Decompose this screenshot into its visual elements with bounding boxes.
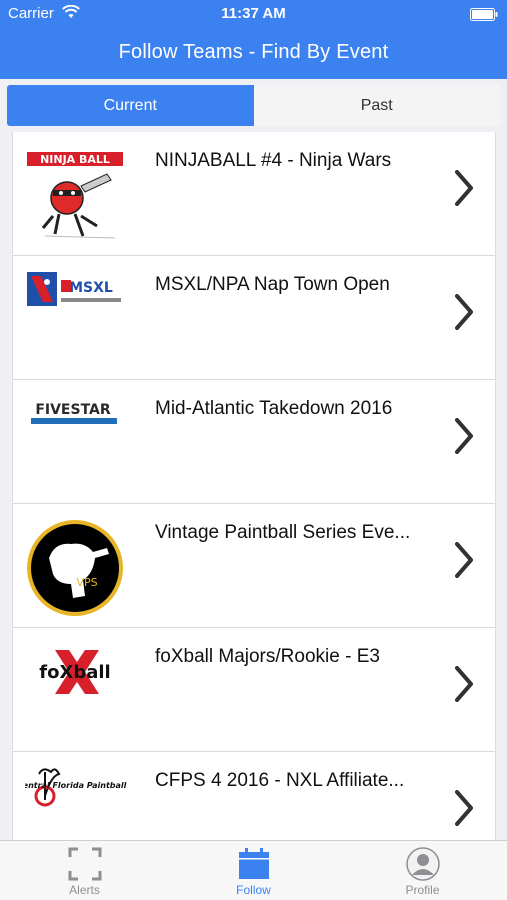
status-time: 11:37 AM [221, 5, 286, 22]
svg-text:FIVESTAR: FIVESTAR [35, 402, 111, 418]
event-row[interactable]: FIVESTAR Mid-Atlantic Takedown 2016 [13, 380, 495, 504]
event-title: NINJABALL #4 - Ninja Wars [155, 150, 392, 171]
event-title: CFPS 4 2016 - NXL Affiliate... [155, 770, 405, 791]
calendar-icon [238, 848, 269, 879]
ninjaball-logo: NINJA BALL [27, 152, 123, 239]
event-list: NINJA BALL NINJABALL #4 - Ninja Wars MSX… [12, 132, 496, 840]
chevron-right-icon[interactable] [451, 540, 477, 580]
segment-current[interactable]: Current [7, 85, 254, 126]
msxl-logo: MSXL [27, 272, 121, 306]
person-icon [405, 847, 440, 881]
chevron-right-icon[interactable] [451, 292, 477, 332]
svg-text:MSXL: MSXL [69, 280, 113, 296]
event-title: foXball Majors/Rookie - E3 [155, 646, 380, 667]
vps-logo: VPS [27, 520, 123, 616]
tab-follow-label: Follow [236, 883, 271, 897]
svg-text:VPS: VPS [76, 576, 97, 589]
event-title: MSXL/NPA Nap Town Open [155, 274, 390, 295]
event-title: Vintage Paintball Series Eve... [155, 522, 411, 543]
scan-frame-icon [68, 847, 101, 881]
tab-profile[interactable]: Profile [338, 841, 507, 900]
cfps-logo: Central Florida Paintball Series [25, 768, 127, 807]
event-row[interactable]: NINJA BALL NINJABALL #4 - Ninja Wars [13, 132, 495, 256]
segment-past[interactable]: Past [254, 85, 501, 126]
svg-text:NINJA BALL: NINJA BALL [40, 153, 110, 166]
foxball-logo: foXball [39, 650, 111, 694]
chevron-right-icon[interactable] [451, 788, 477, 828]
tab-follow[interactable]: Follow [169, 841, 338, 900]
event-row[interactable]: Central Florida Paintball Series CFPS 4 … [13, 752, 495, 840]
svg-text:foXball: foXball [39, 662, 110, 683]
page-title: Follow Teams - Find By Event [118, 41, 389, 63]
chevron-right-icon[interactable] [451, 664, 477, 704]
event-title: Mid-Atlantic Takedown 2016 [155, 398, 393, 419]
tab-bar: Alerts Follow Profile [0, 840, 507, 900]
fivestar-logo: FIVESTAR [31, 402, 117, 424]
header: Carrier 11:37 AM Follow Teams - Find By … [0, 0, 507, 79]
segmented-control: Current Past [7, 85, 500, 126]
status-bar: Carrier 11:37 AM [0, 0, 507, 28]
tab-profile-label: Profile [405, 883, 440, 897]
event-row[interactable]: foXball foXball Majors/Rookie - E3 [13, 628, 495, 752]
tab-alerts-label: Alerts [69, 883, 100, 897]
chevron-right-icon[interactable] [451, 168, 477, 208]
event-row[interactable]: VPS Vintage Paintball Series Eve... [13, 504, 495, 628]
battery-icon [470, 8, 498, 21]
event-row[interactable]: MSXL MSXL/NPA Nap Town Open [13, 256, 495, 380]
svg-text:Central Florida Paintball Seri: Central Florida Paintball Series [25, 781, 127, 790]
chevron-right-icon[interactable] [451, 416, 477, 456]
tab-alerts[interactable]: Alerts [0, 841, 169, 900]
